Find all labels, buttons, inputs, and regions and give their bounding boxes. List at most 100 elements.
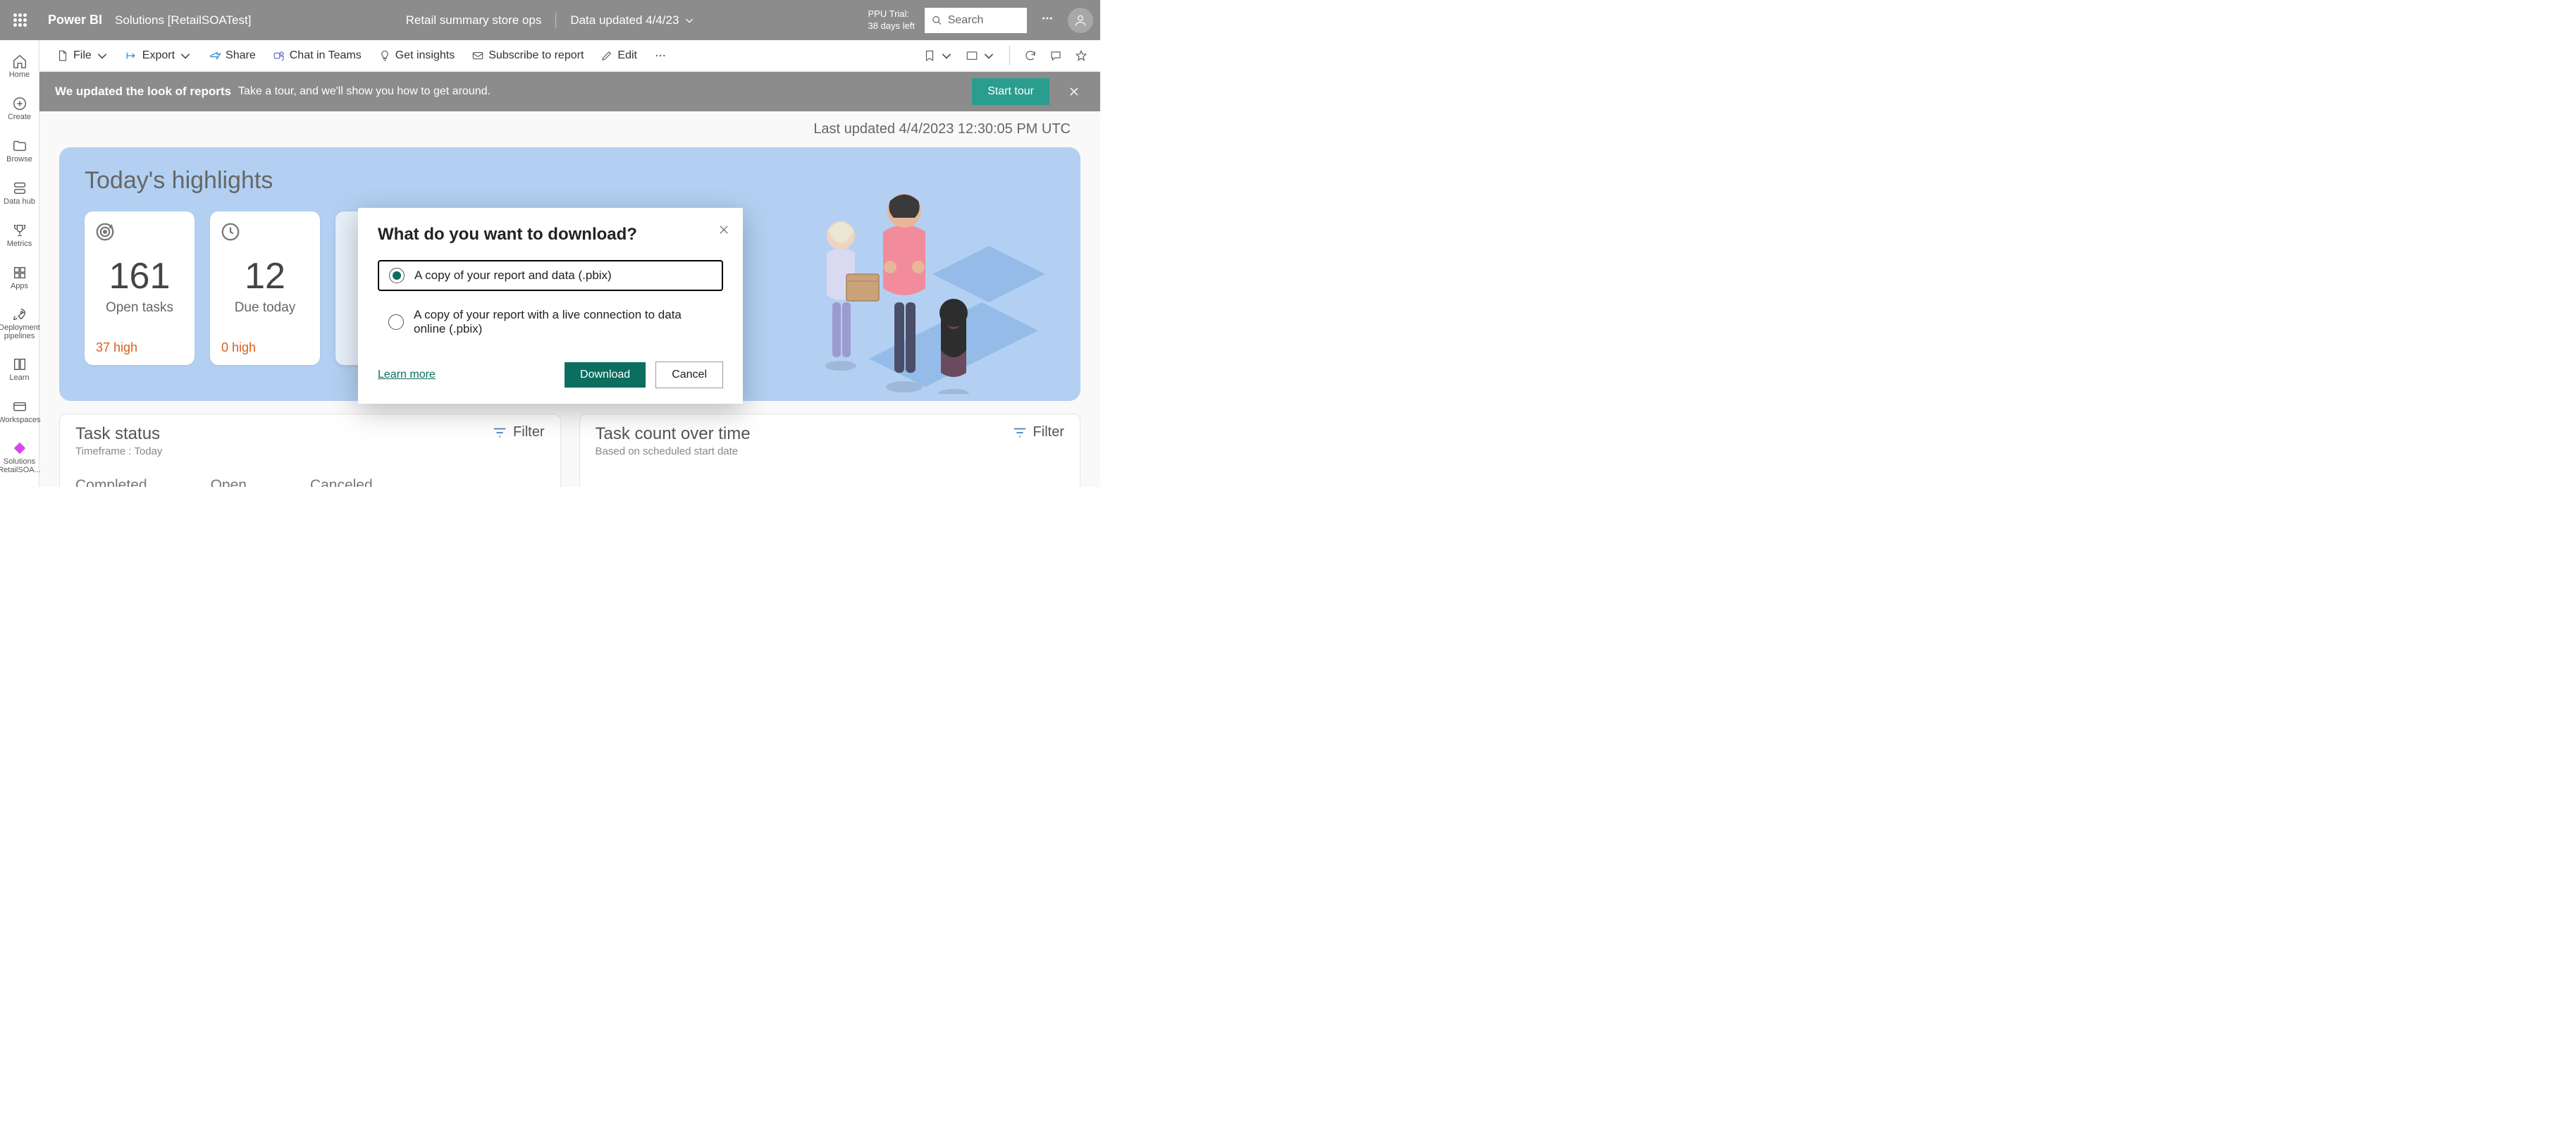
divider — [555, 13, 556, 28]
export-menu[interactable]: Export — [118, 47, 199, 65]
learn-more-link[interactable]: Learn more — [378, 369, 436, 381]
panel-subtitle: Based on scheduled start date — [596, 445, 751, 457]
cancel-button[interactable]: Cancel — [655, 362, 723, 388]
panel-title: Task status — [75, 424, 162, 444]
ellipsis-icon — [1041, 12, 1054, 25]
kpi-card-open-tasks[interactable]: 161 Open tasks 37 high — [85, 211, 195, 365]
nav-deployment-pipelines[interactable]: Deployment pipelines — [0, 300, 39, 347]
tour-banner: We updated the look of reports Take a to… — [39, 72, 1100, 111]
status-columns: Completed Open Canceled — [75, 477, 545, 487]
option-live-connection[interactable]: A copy of your report with a live connec… — [378, 301, 723, 343]
comment-button[interactable] — [1047, 47, 1065, 65]
view-dropdown[interactable] — [963, 47, 998, 65]
trophy-icon — [12, 223, 27, 238]
panel-title: Task count over time — [596, 424, 751, 444]
comment-icon — [1049, 49, 1062, 62]
bookmark-dropdown[interactable] — [920, 47, 956, 65]
share-button[interactable]: Share — [202, 47, 263, 65]
diamond-icon — [12, 440, 27, 456]
datahub-icon — [12, 180, 27, 196]
nav-workspaces[interactable]: Workspaces — [0, 391, 39, 432]
filter-button[interactable]: Filter — [492, 424, 544, 440]
header-center: Retail summary store ops Data updated 4/… — [406, 13, 695, 28]
trial-info[interactable]: PPU Trial: 38 days left — [868, 8, 916, 32]
search-icon — [932, 14, 942, 27]
search-box[interactable] — [925, 8, 1027, 33]
nav-learn[interactable]: Learn — [0, 349, 39, 390]
filter-icon — [492, 425, 507, 440]
option-report-and-data[interactable]: A copy of your report and data (.pbix) — [378, 260, 723, 291]
refresh-icon — [1024, 49, 1037, 62]
nav-metrics[interactable]: Metrics — [0, 215, 39, 256]
export-icon — [125, 49, 138, 62]
download-options: A copy of your report and data (.pbix) A… — [378, 260, 723, 343]
subscribe-button[interactable]: Subscribe to report — [464, 47, 591, 65]
separator — [1009, 46, 1010, 66]
get-insights-button[interactable]: Get insights — [371, 47, 462, 65]
book-icon — [12, 357, 27, 372]
report-title[interactable]: Retail summary store ops — [406, 13, 542, 27]
start-tour-button[interactable]: Start tour — [972, 78, 1049, 105]
header-right: PPU Trial: 38 days left — [868, 8, 1094, 33]
nav-current-workspace[interactable]: Solutions RetailSOA... — [0, 433, 39, 481]
hero-title: Today's highlights — [85, 167, 1055, 195]
kpi-sublabel: 37 high — [94, 340, 185, 355]
nav-browse[interactable]: Browse — [0, 130, 39, 171]
filter-button[interactable]: Filter — [1012, 424, 1064, 440]
kpi-value: 12 — [220, 255, 310, 297]
status-open: Open — [211, 477, 247, 487]
last-updated-label: Last updated 4/4/2023 12:30:05 PM UTC — [59, 121, 1080, 137]
star-icon — [1075, 49, 1087, 62]
radio-icon — [389, 268, 405, 283]
favorite-button[interactable] — [1072, 47, 1090, 65]
chevron-down-icon — [179, 49, 192, 62]
chevron-down-icon — [940, 49, 953, 62]
more-options-button[interactable] — [1037, 12, 1058, 28]
edit-button[interactable]: Edit — [593, 47, 644, 65]
kpi-card-due-today[interactable]: 12 Due today 0 high — [210, 211, 320, 365]
mail-icon — [472, 49, 484, 62]
nav-apps[interactable]: Apps — [0, 257, 39, 298]
kpi-label: Due today — [220, 300, 310, 316]
close-banner-button[interactable] — [1064, 81, 1085, 102]
workspace-label[interactable]: Solutions [RetailSOATest] — [115, 13, 251, 27]
nav-rail: Home Create Browse Data hub Metrics Apps… — [0, 40, 39, 487]
report-toolbar: File Export Share Chat in Teams Get insi… — [39, 40, 1100, 72]
chevron-down-icon — [982, 49, 995, 62]
kpi-sublabel: 0 high — [220, 340, 310, 355]
home-icon — [12, 54, 27, 69]
nav-datahub[interactable]: Data hub — [0, 173, 39, 214]
filter-icon — [1012, 425, 1028, 440]
download-dialog: What do you want to download? A copy of … — [358, 208, 743, 404]
apps-icon — [12, 265, 27, 280]
target-icon — [94, 221, 116, 242]
status-completed: Completed — [75, 477, 147, 487]
nav-create[interactable]: Create — [0, 88, 39, 129]
chat-teams-button[interactable]: Chat in Teams — [266, 47, 369, 65]
data-updated-dropdown[interactable]: Data updated 4/4/23 — [570, 13, 694, 27]
search-input[interactable] — [948, 14, 1020, 27]
panel-subtitle: Timeframe : Today — [75, 445, 162, 457]
file-menu[interactable]: File — [49, 47, 116, 65]
chevron-down-icon — [684, 16, 694, 25]
teams-icon — [273, 49, 285, 62]
dialog-close-button[interactable] — [719, 225, 729, 238]
top-header: Power BI Solutions [RetailSOATest] Retai… — [0, 0, 1100, 40]
workspaces-icon — [12, 399, 27, 414]
chevron-down-icon — [96, 49, 109, 62]
dialog-title: What do you want to download? — [378, 225, 723, 245]
close-icon — [1068, 86, 1080, 97]
pencil-icon — [600, 49, 613, 62]
more-toolbar-button[interactable] — [647, 47, 674, 65]
task-count-panel: Task count over time Based on scheduled … — [579, 414, 1081, 487]
user-avatar[interactable] — [1068, 8, 1093, 33]
clock-icon — [220, 221, 241, 242]
refresh-button[interactable] — [1021, 47, 1040, 65]
panels-row: Task status Timeframe : Today Filter Com… — [59, 414, 1080, 487]
download-button[interactable]: Download — [565, 362, 646, 388]
file-icon — [56, 49, 69, 62]
nav-home[interactable]: Home — [0, 46, 39, 87]
radio-icon — [388, 314, 404, 330]
app-launcher-icon[interactable] — [7, 8, 32, 33]
plus-circle-icon — [12, 96, 27, 111]
